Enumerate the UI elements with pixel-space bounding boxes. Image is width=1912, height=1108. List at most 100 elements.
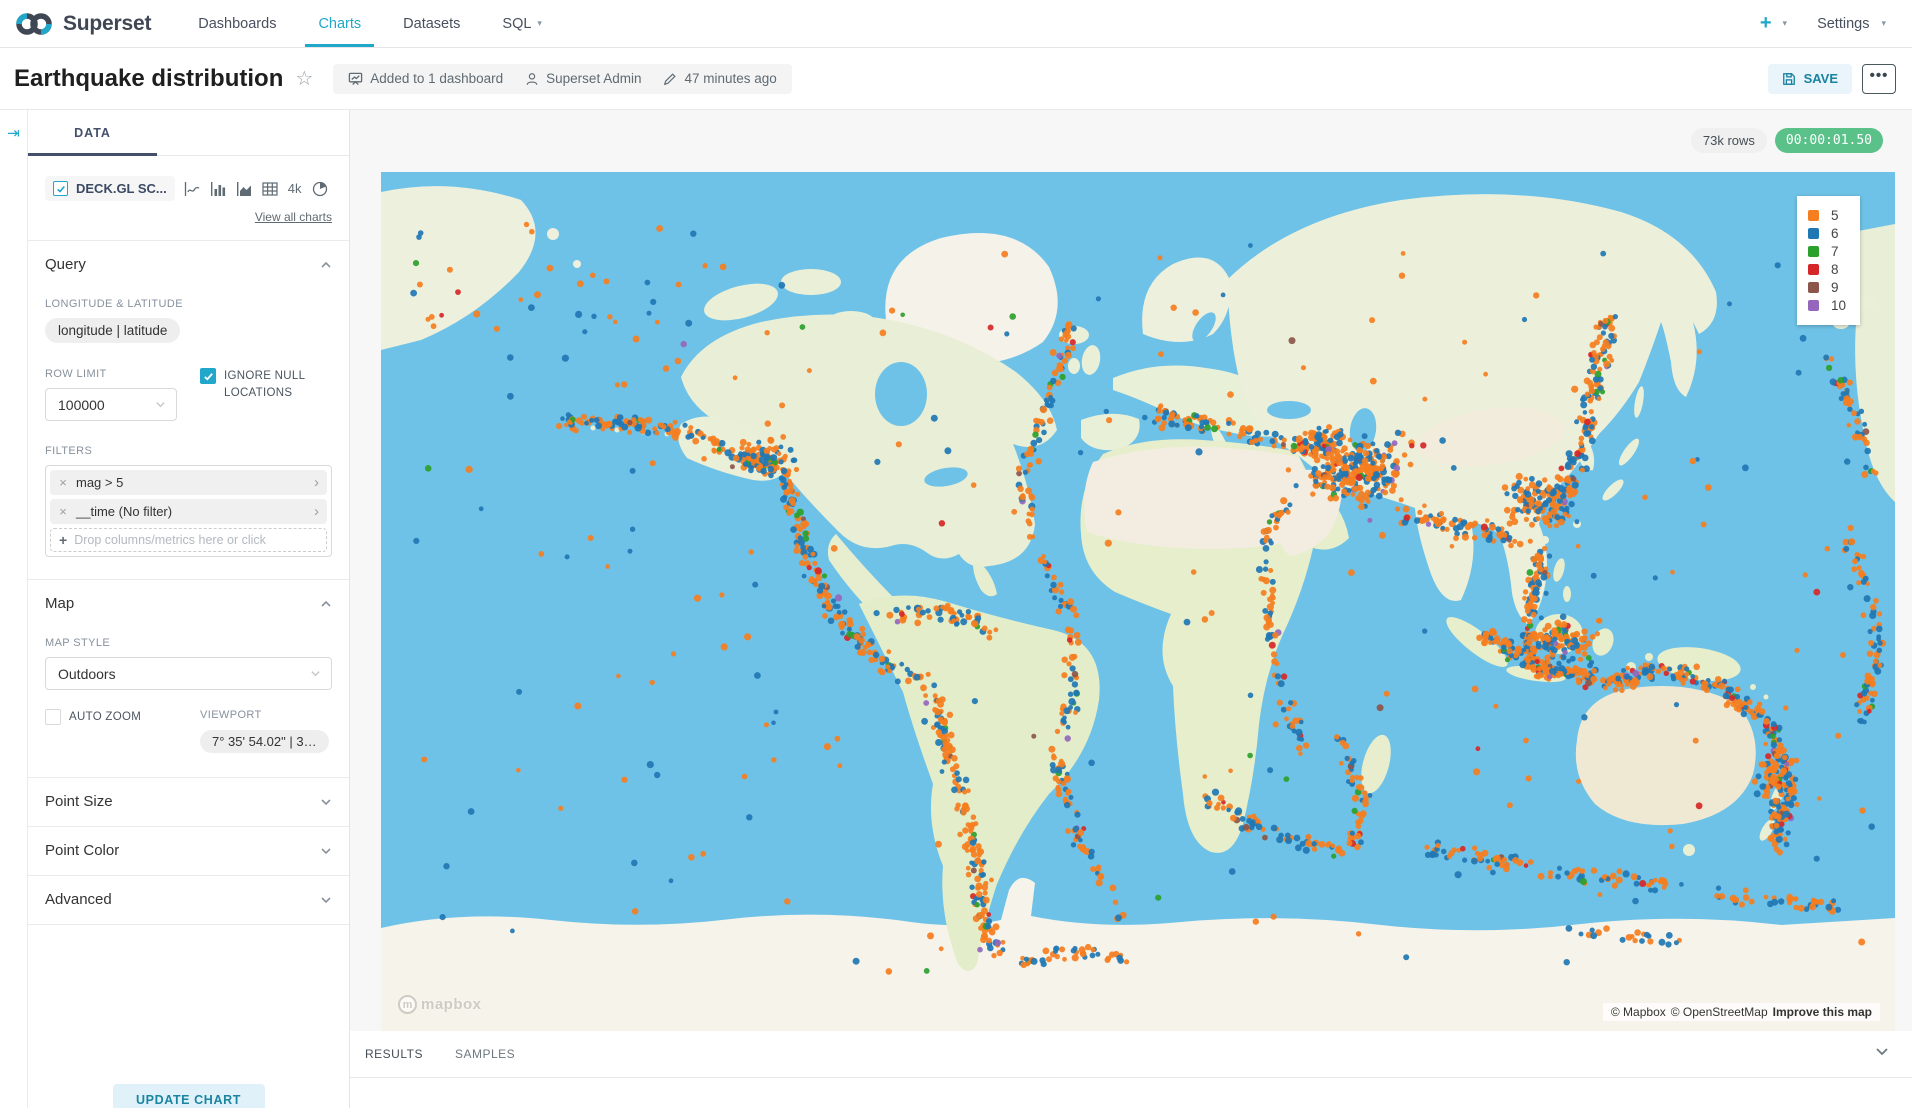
map-style-label: MAP STYLE [45, 637, 332, 649]
divider [28, 924, 349, 925]
settings-menu-button[interactable]: Settings▾ [1817, 16, 1886, 32]
view-all-charts-link[interactable]: View all charts [255, 210, 332, 224]
map-style-select[interactable]: Outdoors [45, 657, 332, 690]
legend-swatch [1808, 228, 1819, 239]
nav-charts[interactable]: Charts [297, 0, 382, 47]
update-chart-button[interactable]: UPDATE CHART [113, 1084, 265, 1108]
section-point-color[interactable]: Point Color [45, 842, 332, 859]
pencil-icon [663, 72, 677, 86]
top-navbar: Superset Dashboards Charts Datasets SQL▾… [0, 0, 1912, 48]
auto-zoom-label: AUTO ZOOM [69, 709, 179, 753]
dashboard-icon [348, 71, 363, 86]
caret-down-icon: ▾ [537, 18, 542, 29]
superset-logo[interactable]: Superset [0, 10, 177, 38]
collapse-results-icon[interactable] [1874, 1043, 1890, 1064]
tab-samples[interactable]: SAMPLES [455, 1047, 515, 1061]
chevron-right-icon[interactable]: › [314, 503, 319, 520]
remove-filter-icon[interactable]: × [50, 475, 76, 490]
legend-label: 9 [1831, 280, 1839, 295]
panel-body: DECK.GL SC... 4k [28, 176, 349, 1108]
filters-box: × mag > 5 › × __time (No filter) › + Dro… [45, 465, 332, 557]
tab-results[interactable]: RESULTS [365, 1047, 423, 1061]
section-advanced[interactable]: Advanced [45, 891, 332, 908]
favorite-star-icon[interactable]: ☆ [295, 66, 313, 91]
mapbox-logo[interactable]: m mapbox [398, 995, 482, 1014]
viz-4k-badge[interactable]: 4k [288, 181, 302, 196]
header-actions: SAVE ••• [1768, 64, 1912, 94]
osm-attribution-link[interactable]: © OpenStreetMap [1671, 1005, 1768, 1019]
legend-swatch [1808, 264, 1819, 275]
world-map [381, 172, 1895, 1031]
chevron-right-icon[interactable]: › [314, 474, 319, 491]
auto-zoom-control: AUTO ZOOM [45, 709, 200, 753]
filter-item[interactable]: × mag > 5 › [50, 470, 327, 495]
legend-label: 8 [1831, 262, 1839, 277]
improve-map-link[interactable]: Improve this map [1773, 1005, 1872, 1019]
section-point-size[interactable]: Point Size [45, 793, 332, 810]
last-modified[interactable]: 47 minutes ago [663, 71, 776, 86]
chart-owner[interactable]: Superset Admin [525, 71, 641, 86]
area-chart-icon[interactable] [236, 181, 252, 197]
legend-item: 8 [1808, 262, 1846, 277]
save-button[interactable]: SAVE [1768, 64, 1852, 94]
section-query[interactable]: Query [45, 256, 332, 273]
chart-header: Earthquake distribution ☆ Added to 1 das… [0, 48, 1912, 110]
nav-dashboards[interactable]: Dashboards [177, 0, 297, 47]
new-menu-button[interactable]: +▾ [1760, 12, 1787, 35]
ignore-null-control: IGNORE NULL LOCATIONS [200, 368, 334, 421]
bar-chart-icon[interactable] [210, 181, 226, 197]
viewport-value-pill[interactable]: 7° 35' 54.02" | 3… [200, 730, 329, 753]
remove-filter-icon[interactable]: × [50, 504, 76, 519]
chart-title: Earthquake distribution [14, 65, 283, 93]
lonlat-value-pill[interactable]: longitude | latitude [45, 318, 180, 343]
section-map[interactable]: Map [45, 595, 332, 612]
dashboards-note[interactable]: Added to 1 dashboard [348, 71, 503, 86]
filter-label: mag > 5 [76, 475, 314, 490]
tab-data[interactable]: DATA [28, 110, 157, 155]
drop-columns-area[interactable]: + Drop columns/metrics here or click [50, 528, 327, 552]
more-options-button[interactable]: ••• [1862, 64, 1896, 94]
data-panel: DATA DECK.GL SC... [28, 110, 350, 1108]
chevron-down-icon [155, 399, 166, 410]
divider [350, 1077, 1912, 1078]
table-icon[interactable] [262, 181, 278, 197]
superset-app: Superset Dashboards Charts Datasets SQL▾… [0, 0, 1912, 1108]
filter-item[interactable]: × __time (No filter) › [50, 499, 327, 524]
divider [28, 240, 349, 241]
viz-type-checkbox[interactable] [53, 181, 68, 196]
deckgl-map[interactable]: 5678910 m mapbox © Mapbox © OpenStreetMa… [381, 172, 1895, 1031]
row-limit-select[interactable]: 100000 [45, 388, 177, 421]
results-panel: RESULTS SAMPLES [350, 1031, 1912, 1108]
map-attribution: © Mapbox © OpenStreetMap Improve this ma… [1603, 1003, 1880, 1021]
pie-chart-icon[interactable] [312, 181, 328, 197]
drop-placeholder: Drop columns/metrics here or click [74, 533, 266, 547]
brand-name: Superset [63, 12, 151, 36]
line-chart-icon[interactable] [184, 181, 200, 197]
filters-label: FILTERS [45, 445, 332, 457]
ignore-null-checkbox[interactable] [200, 368, 216, 384]
row-limit-col: ROW LIMIT 100000 [45, 345, 177, 421]
nav-datasets[interactable]: Datasets [382, 0, 481, 47]
legend-label: 7 [1831, 244, 1839, 259]
viz-type-control[interactable]: DECK.GL SC... [45, 176, 175, 201]
divider [28, 875, 349, 876]
mapbox-attribution-link[interactable]: © Mapbox [1611, 1005, 1666, 1019]
caret-down-icon: ▾ [1881, 18, 1886, 29]
chevron-up-icon [320, 259, 332, 271]
viz-type-name: DECK.GL SC... [76, 181, 167, 196]
query-status-badges: 73k rows 00:00:01.50 [1691, 128, 1883, 153]
collapse-panel-icon[interactable]: ⇥ [0, 124, 27, 142]
lonlat-label: LONGITUDE & LATITUDE [45, 298, 332, 310]
chart-area: 73k rows 00:00:01.50 [350, 110, 1912, 1108]
chevron-down-icon [310, 668, 321, 679]
auto-zoom-checkbox[interactable] [45, 709, 61, 725]
row-limit-label: ROW LIMIT [45, 368, 177, 380]
nav-sql[interactable]: SQL▾ [481, 0, 563, 47]
row-limit-row: ROW LIMIT 100000 IGNORE NULL LOCATIONS [45, 345, 332, 421]
results-tabs: RESULTS SAMPLES [350, 1031, 1912, 1061]
nav-right: +▾ Settings▾ [1760, 12, 1912, 35]
legend-label: 5 [1831, 208, 1839, 223]
infinity-logo-icon [14, 10, 54, 38]
legend-label: 6 [1831, 226, 1839, 241]
chevron-down-icon [320, 894, 332, 906]
